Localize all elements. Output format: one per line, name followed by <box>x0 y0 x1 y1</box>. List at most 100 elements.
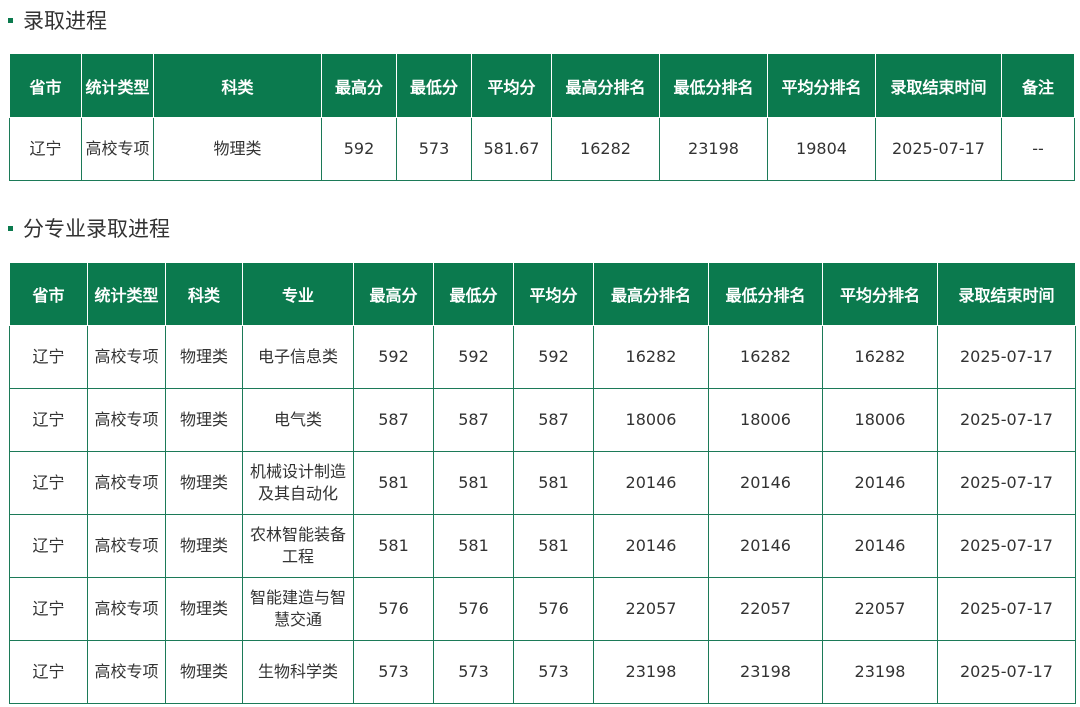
header-end-date: 录取结束时间 <box>937 262 1076 326</box>
cell-province: 辽宁 <box>9 514 88 578</box>
cell-avg-rank: 18006 <box>822 388 938 452</box>
cell-max-score: 587 <box>353 388 434 452</box>
cell-province: 辽宁 <box>9 577 88 641</box>
square-bullet-icon <box>8 225 13 231</box>
header-avg-rank: 平均分排名 <box>767 53 876 118</box>
square-bullet-icon <box>8 17 13 23</box>
header-subject: 科类 <box>153 53 322 118</box>
header-end-date: 录取结束时间 <box>875 53 1002 118</box>
header-subject: 科类 <box>165 262 243 326</box>
cell-max-rank: 20146 <box>593 451 709 515</box>
cell-avg-score: 573 <box>513 640 594 704</box>
table-row: 辽宁 高校专项 物理类 592 573 581.67 16282 23198 1… <box>9 117 1075 181</box>
cell-stat-type: 高校专项 <box>87 388 166 452</box>
cell-avg-rank: 19804 <box>767 117 876 181</box>
table-row: 辽宁 高校专项 物理类 农林智能装备工程 581 581 581 20146 2… <box>9 514 1076 578</box>
table-header-row: 省市 统计类型 科类 最高分 最低分 平均分 最高分排名 最低分排名 平均分排名… <box>9 53 1075 118</box>
cell-province: 辽宁 <box>9 325 88 389</box>
cell-subject: 物理类 <box>153 117 322 181</box>
header-max-rank: 最高分排名 <box>593 262 709 326</box>
cell-max-score: 581 <box>353 451 434 515</box>
cell-subject: 物理类 <box>165 325 243 389</box>
cell-min-rank: 18006 <box>708 388 823 452</box>
cell-major: 智能建造与智慧交通 <box>242 577 354 641</box>
table-row: 辽宁 高校专项 物理类 电气类 587 587 587 18006 18006 … <box>9 388 1076 452</box>
header-max-score: 最高分 <box>321 53 397 118</box>
cell-min-score: 587 <box>433 388 514 452</box>
cell-avg-score: 592 <box>513 325 594 389</box>
header-stat-type: 统计类型 <box>81 53 154 118</box>
table-header-row: 省市 统计类型 科类 专业 最高分 最低分 平均分 最高分排名 最低分排名 平均… <box>9 262 1076 326</box>
cell-max-score: 573 <box>353 640 434 704</box>
cell-end-date: 2025-07-17 <box>937 514 1076 578</box>
cell-max-rank: 22057 <box>593 577 709 641</box>
cell-max-score: 581 <box>353 514 434 578</box>
table-row: 辽宁 高校专项 物理类 智能建造与智慧交通 576 576 576 22057 … <box>9 577 1076 641</box>
cell-major: 机械设计制造及其自动化 <box>242 451 354 515</box>
cell-min-rank: 22057 <box>708 577 823 641</box>
table-row: 辽宁 高校专项 物理类 机械设计制造及其自动化 581 581 581 2014… <box>9 451 1076 515</box>
cell-end-date: 2025-07-17 <box>937 388 1076 452</box>
cell-min-score: 581 <box>433 514 514 578</box>
cell-stat-type: 高校专项 <box>87 640 166 704</box>
cell-province: 辽宁 <box>9 451 88 515</box>
cell-avg-score: 576 <box>513 577 594 641</box>
header-stat-type: 统计类型 <box>87 262 166 326</box>
cell-avg-score: 587 <box>513 388 594 452</box>
major-admission-progress-table: 省市 统计类型 科类 专业 最高分 最低分 平均分 最高分排名 最低分排名 平均… <box>9 262 1076 704</box>
section-title-text: 分专业录取进程 <box>23 217 170 241</box>
header-min-rank: 最低分排名 <box>708 262 823 326</box>
cell-min-score: 573 <box>433 640 514 704</box>
cell-end-date: 2025-07-17 <box>937 640 1076 704</box>
cell-min-score: 573 <box>396 117 472 181</box>
section-title-text: 录取进程 <box>23 9 107 33</box>
header-avg-score: 平均分 <box>471 53 552 118</box>
cell-subject: 物理类 <box>165 388 243 452</box>
header-max-score: 最高分 <box>353 262 434 326</box>
cell-max-rank: 18006 <box>593 388 709 452</box>
section-title-admission-progress: 录取进程 <box>8 7 107 33</box>
cell-max-score: 592 <box>353 325 434 389</box>
cell-remarks: -- <box>1001 117 1075 181</box>
cell-min-score: 576 <box>433 577 514 641</box>
section-title-major-progress: 分专业录取进程 <box>8 215 170 241</box>
header-avg-score: 平均分 <box>513 262 594 326</box>
cell-end-date: 2025-07-17 <box>937 325 1076 389</box>
cell-stat-type: 高校专项 <box>87 577 166 641</box>
cell-min-score: 592 <box>433 325 514 389</box>
cell-avg-rank: 20146 <box>822 451 938 515</box>
header-major: 专业 <box>242 262 354 326</box>
cell-min-rank: 23198 <box>708 640 823 704</box>
cell-province: 辽宁 <box>9 388 88 452</box>
cell-stat-type: 高校专项 <box>87 325 166 389</box>
header-remarks: 备注 <box>1001 53 1075 118</box>
cell-end-date: 2025-07-17 <box>937 577 1076 641</box>
cell-avg-score: 581.67 <box>471 117 552 181</box>
cell-max-rank: 16282 <box>593 325 709 389</box>
cell-avg-rank: 22057 <box>822 577 938 641</box>
cell-max-rank: 16282 <box>551 117 660 181</box>
cell-min-rank: 20146 <box>708 514 823 578</box>
cell-avg-rank: 23198 <box>822 640 938 704</box>
cell-avg-score: 581 <box>513 451 594 515</box>
cell-major: 生物科学类 <box>242 640 354 704</box>
cell-major: 电气类 <box>242 388 354 452</box>
header-max-rank: 最高分排名 <box>551 53 660 118</box>
cell-province: 辽宁 <box>9 640 88 704</box>
cell-max-score: 576 <box>353 577 434 641</box>
cell-end-date: 2025-07-17 <box>875 117 1002 181</box>
cell-major: 电子信息类 <box>242 325 354 389</box>
cell-avg-rank: 16282 <box>822 325 938 389</box>
cell-avg-rank: 20146 <box>822 514 938 578</box>
cell-subject: 物理类 <box>165 514 243 578</box>
cell-stat-type: 高校专项 <box>87 514 166 578</box>
cell-min-rank: 16282 <box>708 325 823 389</box>
cell-subject: 物理类 <box>165 451 243 515</box>
header-province: 省市 <box>9 262 88 326</box>
cell-major: 农林智能装备工程 <box>242 514 354 578</box>
cell-subject: 物理类 <box>165 577 243 641</box>
table-row: 辽宁 高校专项 物理类 电子信息类 592 592 592 16282 1628… <box>9 325 1076 389</box>
header-province: 省市 <box>9 53 82 118</box>
cell-max-rank: 23198 <box>593 640 709 704</box>
admission-progress-table: 省市 统计类型 科类 最高分 最低分 平均分 最高分排名 最低分排名 平均分排名… <box>9 53 1075 181</box>
